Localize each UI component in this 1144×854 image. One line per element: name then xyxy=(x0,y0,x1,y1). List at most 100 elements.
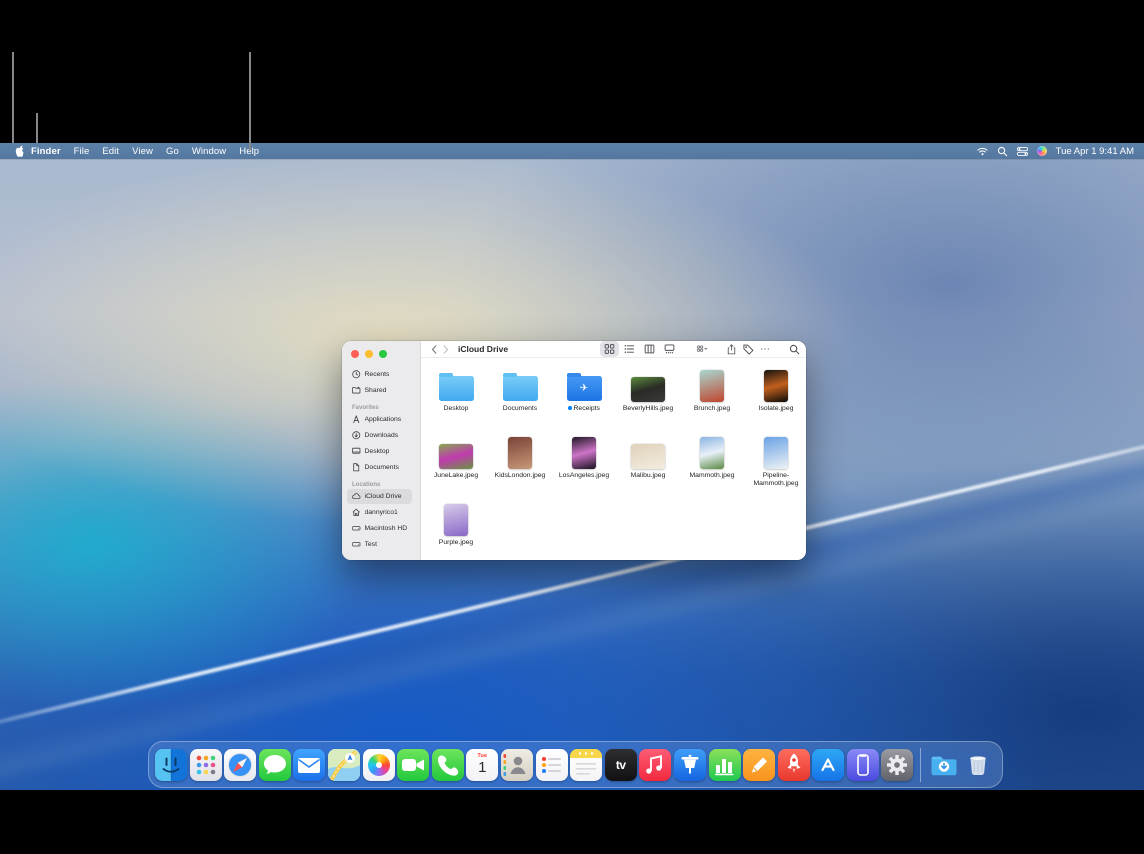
dock-item-trash[interactable] xyxy=(962,749,994,781)
file-item-purple-jpeg[interactable]: Purple.jpeg xyxy=(424,499,488,547)
file-grid: Desktop Documents ✈ Receipts BeverlyHills.jp… xyxy=(421,358,806,560)
column-view-button[interactable] xyxy=(640,341,659,357)
menu-item-view[interactable]: View xyxy=(132,146,153,157)
dock-item-system-settings[interactable] xyxy=(881,748,914,781)
sidebar-item-downloads[interactable]: Downloads xyxy=(347,428,412,443)
zoom-button[interactable] xyxy=(379,350,387,358)
dock-item-app-store[interactable] xyxy=(812,748,845,781)
dock-item-notes[interactable] xyxy=(570,748,603,781)
forward-button[interactable] xyxy=(443,344,449,354)
sidebar-item-icloud-drive[interactable]: iCloud Drive xyxy=(347,489,412,504)
file-name: Receipts xyxy=(568,405,600,413)
dock-item-keynote[interactable] xyxy=(673,748,706,781)
menu-bar-clock[interactable]: Tue Apr 1 9:41 AM xyxy=(1056,146,1134,157)
menu-item-help[interactable]: Help xyxy=(239,146,259,157)
sidebar-item-label: iCloud Drive xyxy=(364,493,402,500)
image-thumbnail xyxy=(700,437,724,469)
more-button[interactable]: ⋯ xyxy=(760,344,771,355)
sidebar-item-label: Shared xyxy=(364,387,387,394)
sidebar-list: Recents Shared Favorites Applications Downlo… xyxy=(342,362,420,553)
sidebar-item-documents[interactable]: Documents xyxy=(347,460,412,475)
dock-item-pages[interactable] xyxy=(743,748,776,781)
sidebar-item-dannyrico1[interactable]: dannyrico1 xyxy=(347,505,412,520)
sidebar-item-shared[interactable]: Shared xyxy=(347,383,412,398)
menu-item-go[interactable]: Go xyxy=(166,146,179,157)
menu-bar-menus: Finder File Edit View Go Window Help xyxy=(0,145,272,157)
share-button[interactable] xyxy=(726,343,737,355)
file-item-brunch-jpeg[interactable]: Brunch.jpeg xyxy=(680,365,744,413)
file-name: Mammoth.jpeg xyxy=(689,472,735,479)
dock-item-reminders[interactable] xyxy=(535,748,568,781)
sidebar-item-recents[interactable]: Recents xyxy=(347,367,412,382)
sidebar-item-label: Desktop xyxy=(364,448,390,455)
file-item-malibu-jpeg[interactable]: Malibu.jpeg xyxy=(616,432,680,480)
file-item-beverlyhills-jpeg[interactable]: BeverlyHills.jpeg xyxy=(616,365,680,413)
menu-item-file[interactable]: File xyxy=(74,146,90,157)
file-item-mammoth-jpeg[interactable]: Mammoth.jpeg xyxy=(680,432,744,480)
dock-item-calendar[interactable]: Tue 1 xyxy=(466,748,499,781)
dock-item-downloads[interactable] xyxy=(928,749,960,781)
dock-item-maps[interactable] xyxy=(327,748,360,781)
dock-item-iphone-mirroring[interactable] xyxy=(846,748,879,781)
callout-line-help-menu-vertical xyxy=(249,52,251,150)
minimize-button[interactable] xyxy=(365,350,373,358)
sidebar-item-desktop[interactable]: Desktop xyxy=(347,444,412,459)
file-item-isolate-jpeg[interactable]: Isolate.jpeg xyxy=(744,365,806,413)
finder-main: iCloud Drive ⋯ Desktop Documents ✈ Receipts… xyxy=(421,341,806,560)
menu-bar-status-area: Tue Apr 1 9:41 AM xyxy=(977,146,1144,157)
back-button[interactable] xyxy=(431,344,437,354)
icon-view-button[interactable] xyxy=(600,341,619,357)
file-item-receipts[interactable]: ✈ Receipts xyxy=(552,365,616,413)
control-center-icon[interactable] xyxy=(1016,146,1028,157)
wifi-icon[interactable] xyxy=(977,146,988,157)
dock-item-finder[interactable] xyxy=(155,748,187,781)
menu-item-finder[interactable]: Finder xyxy=(31,146,61,157)
dock-item-numbers[interactable] xyxy=(708,748,741,781)
dock-item-mail[interactable] xyxy=(293,748,326,781)
dock-item-contacts[interactable] xyxy=(500,748,533,781)
siri-icon[interactable] xyxy=(1036,146,1047,156)
file-item-kidslondon-jpeg[interactable]: KidsLondon.jpeg xyxy=(488,432,552,480)
apple-menu-icon[interactable] xyxy=(14,145,24,157)
dock-item-facetime[interactable] xyxy=(397,748,430,781)
file-item-junelake-jpeg[interactable]: JuneLake.jpeg xyxy=(424,432,488,480)
tag-button[interactable] xyxy=(743,344,754,355)
gallery-view-button[interactable] xyxy=(660,341,679,357)
dock-item-phone[interactable] xyxy=(431,748,464,781)
dock-item-safari[interactable] xyxy=(224,748,257,781)
file-name: Malibu.jpeg xyxy=(630,472,666,479)
group-by-button[interactable] xyxy=(697,344,708,355)
dock-item-tv[interactable]: tv xyxy=(604,748,637,781)
calendar-day: 1 xyxy=(478,759,487,776)
dock-divider xyxy=(920,747,922,782)
callout-line-apple-menu xyxy=(12,52,14,143)
list-view-button[interactable] xyxy=(620,341,639,357)
search-button[interactable] xyxy=(789,344,800,355)
dock-item-rocket-app[interactable] xyxy=(777,748,810,781)
image-thumbnail xyxy=(700,370,724,402)
dock-item-messages[interactable] xyxy=(258,748,291,781)
window-title: iCloud Drive xyxy=(458,344,509,354)
home-icon xyxy=(352,508,361,517)
file-item-pipeline-mammoth-jpeg[interactable]: Pipeline-Mammoth.jpeg xyxy=(744,432,806,489)
menu-item-window[interactable]: Window xyxy=(192,146,226,157)
sidebar-item-applications[interactable]: Applications xyxy=(347,412,412,427)
folder-icon xyxy=(502,373,538,401)
menu-item-edit[interactable]: Edit xyxy=(102,146,119,157)
file-item-losangeles-jpeg[interactable]: LosAngeles.jpeg xyxy=(552,432,616,480)
sidebar-item-test[interactable]: Test xyxy=(347,537,412,552)
sidebar-section-favorites: Favorites xyxy=(352,405,379,411)
shared-folder-icon xyxy=(352,386,361,395)
status-icons xyxy=(977,146,1047,157)
download-icon xyxy=(352,431,361,440)
file-item-desktop[interactable]: Desktop xyxy=(424,365,488,413)
image-thumbnail xyxy=(444,504,468,536)
file-item-documents[interactable]: Documents xyxy=(488,365,552,413)
dock-item-launchpad[interactable] xyxy=(189,748,222,781)
close-button[interactable] xyxy=(351,350,359,358)
dock-item-music[interactable] xyxy=(639,748,672,781)
window-controls xyxy=(342,341,420,362)
spotlight-search-icon[interactable] xyxy=(997,146,1008,157)
dock-item-photos[interactable] xyxy=(362,748,395,781)
sidebar-item-macintosh-hd[interactable]: Macintosh HD xyxy=(347,521,412,536)
